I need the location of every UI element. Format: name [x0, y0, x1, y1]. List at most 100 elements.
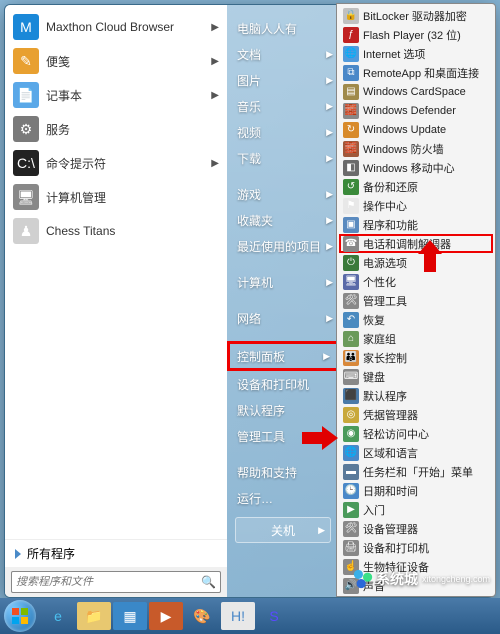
chevron-right-icon: ▶ [326, 49, 333, 60]
control-panel-item[interactable]: 👪家长控制 [339, 348, 493, 367]
cp-label: RemoteApp 和桌面连接 [363, 65, 479, 81]
control-panel-item[interactable]: 🛠设备管理器 [339, 519, 493, 538]
control-panel-item[interactable]: ⚑操作中心 [339, 196, 493, 215]
cp-label: 家长控制 [363, 350, 407, 366]
places-label: 文档 [237, 46, 261, 63]
taskbar[interactable]: e📁▦▶🎨H!S [0, 598, 500, 634]
app-icon: ✎ [13, 48, 39, 74]
control-panel-item[interactable]: ◎凭据管理器 [339, 405, 493, 424]
watermark: 系统城 xitongcheng.com [352, 568, 490, 590]
places-item[interactable]: 下载▶ [227, 145, 339, 171]
pinned-item[interactable]: M Maxthon Cloud Browser ▶ [7, 10, 225, 44]
cp-icon: ☎ [343, 236, 359, 252]
places-item[interactable]: 网络▶ [227, 305, 339, 331]
taskbar-explorer[interactable]: 📁 [77, 602, 111, 630]
control-panel-item[interactable]: ⧉RemoteApp 和桌面连接 [339, 63, 493, 82]
all-programs-button[interactable]: 所有程序 [5, 539, 227, 567]
control-panel-item[interactable]: ▣程序和功能 [339, 215, 493, 234]
cp-icon: ▣ [343, 217, 359, 233]
cp-label: 电源选项 [363, 255, 407, 271]
control-panel-item[interactable]: 🛠管理工具 [339, 291, 493, 310]
control-panel-item[interactable]: ↺备份和还原 [339, 177, 493, 196]
cp-icon: 🕒 [343, 483, 359, 499]
cp-icon: ▬ [343, 464, 359, 480]
taskbar-ie[interactable]: e [41, 602, 75, 630]
places-item[interactable]: 收藏夹▶ [227, 207, 339, 233]
places-label: 网络 [237, 310, 261, 327]
control-panel-item[interactable]: ↶恢复 [339, 310, 493, 329]
cp-label: Windows 防火墙 [363, 141, 444, 157]
cp-icon: ⌂ [343, 331, 359, 347]
search-icon: 🔍 [201, 575, 216, 589]
places-item[interactable]: 运行… [227, 485, 339, 511]
pinned-item[interactable]: 📄 记事本 ▶ [7, 78, 225, 112]
pinned-label: 服务 [46, 121, 219, 138]
places-item[interactable]: 最近使用的项目▶ [227, 233, 339, 259]
cp-icon: ↶ [343, 312, 359, 328]
search-box[interactable]: 🔍 [11, 571, 221, 593]
taskbar-hi[interactable]: H! [221, 602, 255, 630]
cp-label: 键盘 [363, 369, 385, 385]
places-label: 收藏夹 [237, 212, 273, 229]
cp-label: Internet 选项 [363, 46, 425, 62]
shutdown-label: 关机 [271, 522, 295, 539]
places-item[interactable]: 图片▶ [227, 67, 339, 93]
places-item[interactable]: 音乐▶ [227, 93, 339, 119]
control-panel-item[interactable]: ⬛默认程序 [339, 386, 493, 405]
places-item[interactable]: 电脑人人有 [227, 15, 339, 41]
taskbar-app1[interactable]: ▦ [113, 602, 147, 630]
control-panel-item[interactable]: 🖨设备和打印机 [339, 538, 493, 557]
control-panel-item[interactable]: 🌐区域和语言 [339, 443, 493, 462]
places-item[interactable]: 帮助和支持 [227, 459, 339, 485]
control-panel-item[interactable]: 🔒BitLocker 驱动器加密 [339, 6, 493, 25]
control-panel-item[interactable]: ▤Windows CardSpace [339, 82, 493, 101]
control-panel-item[interactable]: ⌨键盘 [339, 367, 493, 386]
search-input[interactable] [16, 576, 201, 588]
places-item[interactable]: 文档 ▶ [227, 41, 339, 67]
cp-label: 轻松访问中心 [363, 426, 429, 442]
cp-icon: ⚑ [343, 198, 359, 214]
cp-icon: 👪 [343, 350, 359, 366]
pinned-item[interactable]: 🖥 计算机管理 [7, 180, 225, 214]
places-item[interactable]: 设备和打印机 [227, 371, 339, 397]
cp-icon: 🖥 [343, 274, 359, 290]
app-icon: M [13, 14, 39, 40]
control-panel-item[interactable]: 🌐Internet 选项 [339, 44, 493, 63]
control-panel-item[interactable]: 🕒日期和时间 [339, 481, 493, 500]
watermark-icon [352, 568, 374, 590]
control-panel-item[interactable]: ƒFlash Player (32 位) [339, 25, 493, 44]
places-item[interactable]: 游戏▶ [227, 181, 339, 207]
control-panel-item[interactable]: 🖱鼠标 [339, 595, 493, 597]
cp-icon: 🛠 [343, 293, 359, 309]
places-item[interactable]: 控制面板▶ [227, 341, 339, 371]
chevron-right-icon[interactable]: ▶ [318, 525, 325, 536]
pinned-item[interactable]: ✎ 便笺 ▶ [7, 44, 225, 78]
places-label: 管理工具 [237, 428, 285, 445]
places-item[interactable]: 默认程序 [227, 397, 339, 423]
control-panel-item[interactable]: ◉轻松访问中心 [339, 424, 493, 443]
control-panel-item[interactable]: ↻Windows Update [339, 120, 493, 139]
control-panel-item[interactable]: 🧱Windows Defender [339, 101, 493, 120]
chevron-right-icon: ▶ [323, 351, 330, 362]
pinned-item[interactable]: C:\ 命令提示符 ▶ [7, 146, 225, 180]
taskbar-paint[interactable]: 🎨 [185, 602, 219, 630]
control-panel-item[interactable]: ▬任务栏和「开始」菜单 [339, 462, 493, 481]
places-item[interactable]: 视频▶ [227, 119, 339, 145]
control-panel-item[interactable]: ◧Windows 移动中心 [339, 158, 493, 177]
shutdown-button[interactable]: 关机 ▶ [235, 517, 331, 543]
places-label: 电脑人人有 [237, 20, 297, 37]
start-button[interactable] [4, 600, 36, 632]
cp-icon: 🖱 [343, 597, 359, 598]
control-panel-item[interactable]: 🧱Windows 防火墙 [339, 139, 493, 158]
cp-label: BitLocker 驱动器加密 [363, 8, 467, 24]
taskbar-sogou[interactable]: S [257, 602, 291, 630]
control-panel-item[interactable]: ⌂家庭组 [339, 329, 493, 348]
pinned-item[interactable]: ♟ Chess Titans [7, 214, 225, 248]
search-bar: 🔍 [5, 567, 227, 597]
cp-label: 备份和还原 [363, 179, 418, 195]
pinned-item[interactable]: ⚙ 服务 [7, 112, 225, 146]
control-panel-item[interactable]: ▶入门 [339, 500, 493, 519]
places-item[interactable]: 计算机▶ [227, 269, 339, 295]
taskbar-media[interactable]: ▶ [149, 602, 183, 630]
control-panel-item[interactable]: 🖥个性化 [339, 272, 493, 291]
